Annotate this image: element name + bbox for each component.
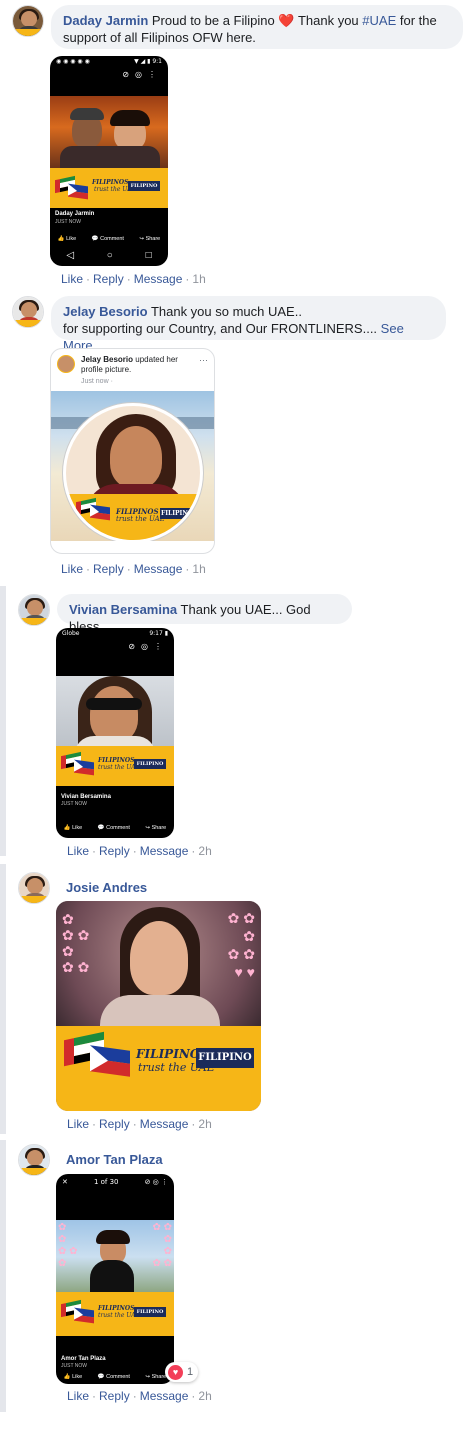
comment-jelay-besorio: Jelay Besorio Thank you so much UAE.. fo… <box>0 290 468 580</box>
comment-author[interactable]: Amor Tan Plaza <box>66 1152 163 1167</box>
timestamp[interactable]: 1h <box>192 272 205 286</box>
filipinos-trust-uae-banner: FILIPINOS trust the UAE FILIPINO <box>50 168 168 208</box>
comment-attachment-image[interactable]: ✕ 1 of 30 ⊘ ◎ ⋮ ✿ ✿ ✿ ✿ ✿ ✿ ✿ ✿ ✿ ✿ ✿ FILIPINOS … <box>56 1174 174 1384</box>
post-actions: 👍 Like 💬 Comment ↪ Share <box>63 1374 167 1380</box>
profile-cover: FILIPINOS trust the UAE FILIPINO <box>51 391 214 541</box>
reply-button[interactable]: Reply <box>99 1117 130 1131</box>
comment-actions: Like · Reply · Message · 1h <box>61 272 206 286</box>
poster-name: Daday Jarmin <box>55 211 95 217</box>
reply-button[interactable]: Reply <box>93 562 124 576</box>
love-reaction-icon: ♥ <box>168 1364 183 1380</box>
post-actions: 👍 Like 💬 Comment ↪ Share <box>63 825 167 831</box>
message-button[interactable]: Message <box>140 1117 189 1131</box>
message-button[interactable]: Message <box>140 844 189 858</box>
poster-time: JUST NOW <box>55 219 82 225</box>
poster-name: Vivian Bersamina <box>61 794 111 800</box>
comment-attachment-image[interactable]: Globe 9:17 ▮ ⊘◎⋮ FILIPINOS trust the UAE… <box>56 628 174 838</box>
heart-emoji-icon: ❤️ <box>278 13 295 28</box>
comment-amor-tan-plaza: Amor Tan Plaza ✕ 1 of 30 ⊘ ◎ ⋮ ✿ ✿ ✿ ✿ ✿ ✿ ✿ ✿… <box>0 1140 468 1412</box>
filipinos-trust-uae-banner: FILIPINOS trust the UAE FILIPINO <box>56 746 174 786</box>
post-actions: 👍 Like 💬 Comment ↪ Share <box>57 236 161 242</box>
comment-daday-jarmin: Daday Jarmin Proud to be a Filipino ❤️ T… <box>0 0 468 290</box>
filipinos-trust-uae-banner: FILIPINOS trust the UAE FILIPINO <box>56 1292 174 1336</box>
comment-text: Thank you so much UAE.. <box>150 304 302 319</box>
comment-attachment-image[interactable]: ✿ ✿ ✿ ✿ ✿ ✿ ✿ ✿ ✿ ✿ ✿ ♥ ♥ FILIPINOS trust the … <box>56 901 261 1111</box>
hashtag-link[interactable]: #UAE <box>362 13 396 28</box>
status-bar: ◉ ◉ ◉ ◉ ◉ ▼ ◢ ▮ 9:1 <box>56 58 162 65</box>
comment-actions: Like · Reply · Message · 2h <box>67 1389 212 1403</box>
timestamp[interactable]: 2h <box>198 1117 211 1131</box>
comment-actions: Like · Reply · Message · 2h <box>67 1117 212 1131</box>
avatar[interactable] <box>12 5 44 37</box>
paper-logo: FILIPINO <box>134 1307 166 1317</box>
filipinos-trust-uae-banner: FILIPINOS trust the UAE FILIPINO <box>56 1026 261 1111</box>
reaction-count-text: 1 <box>187 1366 194 1378</box>
comment-author[interactable]: Jelay Besorio <box>63 304 148 319</box>
paper-logo: FILIPINO <box>160 508 194 519</box>
card-time: Just now · <box>81 378 113 385</box>
timestamp[interactable]: 1h <box>192 562 205 576</box>
comment-actions: Like · Reply · Message · 2h <box>67 844 212 858</box>
like-button[interactable]: Like <box>67 844 89 858</box>
avatar[interactable] <box>12 296 44 328</box>
toolbar-icons: ⊘◎⋮ <box>122 70 162 79</box>
flower-decoration: ✿ ✿ ✿ ✿ ✿ ✿ <box>152 1222 172 1269</box>
flower-decoration: ✿ ✿ ✿ ✿ ✿ ✿ <box>62 911 90 975</box>
more-options-icon: ··· <box>199 355 208 365</box>
poster-time: JUST NOW <box>61 1363 88 1369</box>
paper-logo: FILIPINO <box>196 1048 254 1068</box>
banner-text: trust the UAE <box>116 515 165 523</box>
poster-time: JUST NOW <box>61 801 88 807</box>
paper-logo: FILIPINO <box>134 759 166 769</box>
reply-button[interactable]: Reply <box>99 1389 130 1403</box>
photo-counter: 1 of 30 <box>93 1178 119 1186</box>
like-button[interactable]: Like <box>67 1389 89 1403</box>
photo: ✿ ✿ ✿ ✿ ✿ ✿ ✿ ✿ ✿ ✿ ✿ <box>56 1220 174 1294</box>
reply-button[interactable]: Reply <box>99 844 130 858</box>
android-nav-bar: ◁ ○ □ <box>66 250 152 261</box>
comment-author[interactable]: Daday Jarmin <box>63 13 148 28</box>
timestamp[interactable]: 2h <box>198 844 211 858</box>
comment-author[interactable]: Josie Andres <box>66 880 147 895</box>
like-button[interactable]: Like <box>61 272 83 286</box>
flower-decoration: ✿ ✿ ✿ ✿ ✿ <box>58 1222 78 1269</box>
card-author: Jelay Besorio <box>81 355 134 364</box>
banner-text: FILIPINOS <box>116 507 159 516</box>
comment-actions: Like · Reply · Message · 1h <box>61 562 206 576</box>
comment-text: Proud to be a Filipino <box>151 13 275 28</box>
message-button[interactable]: Message <box>140 1389 189 1403</box>
like-button[interactable]: Like <box>61 562 83 576</box>
photo: ✿ ✿ ✿ ✿ ✿ ✿ ✿ ✿ ✿ ✿ ✿ ♥ ♥ <box>56 901 261 1026</box>
message-button[interactable]: Message <box>134 562 183 576</box>
poster-name: Amor Tan Plaza <box>61 1356 106 1362</box>
toolbar-icons: ⊘◎⋮ <box>128 642 168 651</box>
comment-bubble: Daday Jarmin Proud to be a Filipino ❤️ T… <box>51 5 463 49</box>
reaction-count[interactable]: ♥ 1 <box>165 1362 199 1382</box>
like-button[interactable]: Like <box>67 1117 89 1131</box>
shared-post-card[interactable]: Jelay Besorio updated her profile pictur… <box>50 348 215 554</box>
comment-text: Thank you <box>297 13 359 28</box>
avatar[interactable] <box>18 1144 50 1176</box>
message-button[interactable]: Message <box>134 272 183 286</box>
comment-author[interactable]: Vivian Bersamina <box>69 602 177 617</box>
status-bar: Globe 9:17 ▮ <box>62 630 168 637</box>
avatar <box>57 355 75 373</box>
photo <box>50 96 168 174</box>
comment-bubble: Jelay Besorio Thank you so much UAE.. fo… <box>51 296 446 353</box>
reply-button[interactable]: Reply <box>93 272 124 286</box>
timestamp[interactable]: 2h <box>198 1389 211 1403</box>
comment-text: for supporting our Country, and Our FRON… <box>63 321 378 336</box>
comment-vivian-bersamina: Vivian Bersamina Thank you UAE... God bl… <box>0 586 468 862</box>
avatar[interactable] <box>18 594 50 626</box>
comment-josie-andres: Josie Andres ✿ ✿ ✿ ✿ ✿ ✿ ✿ ✿ ✿ ✿ ✿ ♥ ♥ FILIPIN… <box>0 864 468 1136</box>
comment-bubble: Vivian Bersamina Thank you UAE... God bl… <box>57 594 352 634</box>
flower-decoration: ✿ ✿ ✿ ✿ ✿ ♥ ♥ <box>227 910 255 980</box>
comment-attachment-image[interactable]: ◉ ◉ ◉ ◉ ◉ ▼ ◢ ▮ 9:1 ⊘◎⋮ FILIPINOS trust … <box>50 56 168 266</box>
avatar[interactable] <box>18 872 50 904</box>
profile-picture: FILIPINOS trust the UAE FILIPINO <box>63 403 203 541</box>
status-bar: ✕ 1 of 30 ⊘ ◎ ⋮ <box>62 1178 168 1186</box>
paper-logo: FILIPINO <box>128 181 160 191</box>
